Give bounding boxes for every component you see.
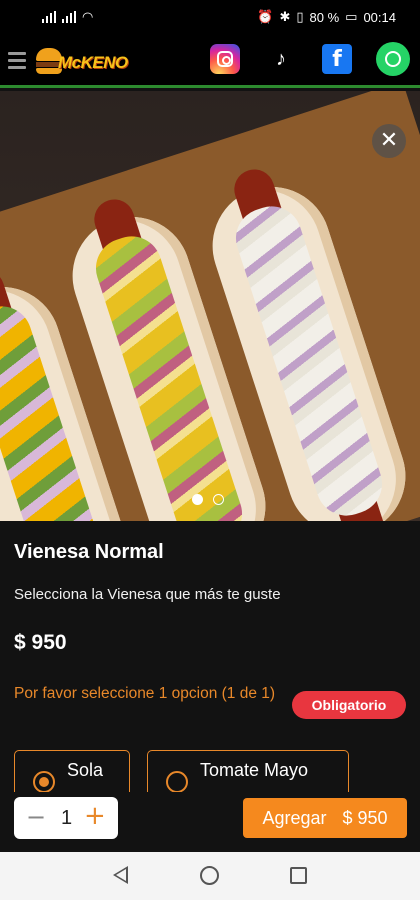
alarm-icon: ⏰ [257, 9, 274, 24]
option-label: Sola [67, 760, 104, 780]
back-icon[interactable] [113, 866, 128, 884]
app-header: McKENO ♪ f [0, 34, 420, 88]
signal-icon [62, 11, 76, 23]
carousel-dot[interactable] [213, 494, 224, 505]
required-badge: Obligatorio [292, 691, 406, 719]
menu-icon[interactable] [8, 52, 26, 73]
quantity-stepper: − 1 + [14, 797, 118, 839]
option-tomate-mayo[interactable]: Tomate Mayo [147, 750, 349, 793]
battery-icon: ▭ [345, 9, 358, 24]
plus-icon[interactable]: + [84, 801, 106, 831]
add-to-cart-button[interactable]: Agregar $ 950 [243, 798, 407, 838]
close-icon[interactable]: ✕ [372, 124, 406, 158]
add-button-label: Agregar [262, 807, 327, 828]
carousel-dot-active[interactable] [192, 494, 203, 505]
product-image-carousel[interactable] [0, 91, 420, 521]
minus-icon[interactable]: − [26, 803, 46, 831]
status-bar: ◠ ⏰ ✱ ▯ 80 % ▭ 00:14 [0, 0, 420, 34]
system-nav-bar [0, 852, 420, 900]
option-prompt: Por favor seleccione 1 opcion (1 de 1) [14, 685, 276, 702]
radio-selected[interactable] [33, 771, 55, 793]
quantity-value: 1 [61, 807, 73, 829]
add-button-price: $ 950 [342, 807, 388, 828]
wifi-icon: ◠ [82, 9, 94, 24]
option-label: Tomate Mayo [200, 760, 309, 780]
brand-logo[interactable]: McKENO [36, 40, 132, 80]
instagram-icon[interactable] [210, 44, 240, 74]
battery-percent: 80 % [309, 9, 340, 25]
radio-unselected[interactable] [166, 771, 188, 793]
signal-icon [42, 11, 56, 23]
brand-name: McKENO [58, 53, 128, 72]
option-sola[interactable]: Sola [14, 750, 130, 793]
bluetooth-icon: ✱ [279, 9, 291, 24]
carousel-indicator [192, 494, 224, 505]
product-title: Vienesa Normal [14, 541, 164, 563]
facebook-icon[interactable]: f [322, 44, 352, 74]
recent-apps-icon[interactable] [290, 867, 307, 884]
home-icon[interactable] [200, 866, 219, 885]
product-price: $ 950 [14, 631, 67, 654]
tiktok-icon[interactable]: ♪ [266, 44, 296, 74]
product-description: Selecciona la Vienesa que más te guste [14, 586, 281, 603]
clock: 00:14 [363, 9, 396, 25]
vibrate-icon: ▯ [296, 9, 304, 24]
cart-bar: − 1 + Agregar $ 950 [0, 792, 420, 848]
whatsapp-icon[interactable] [376, 42, 410, 76]
